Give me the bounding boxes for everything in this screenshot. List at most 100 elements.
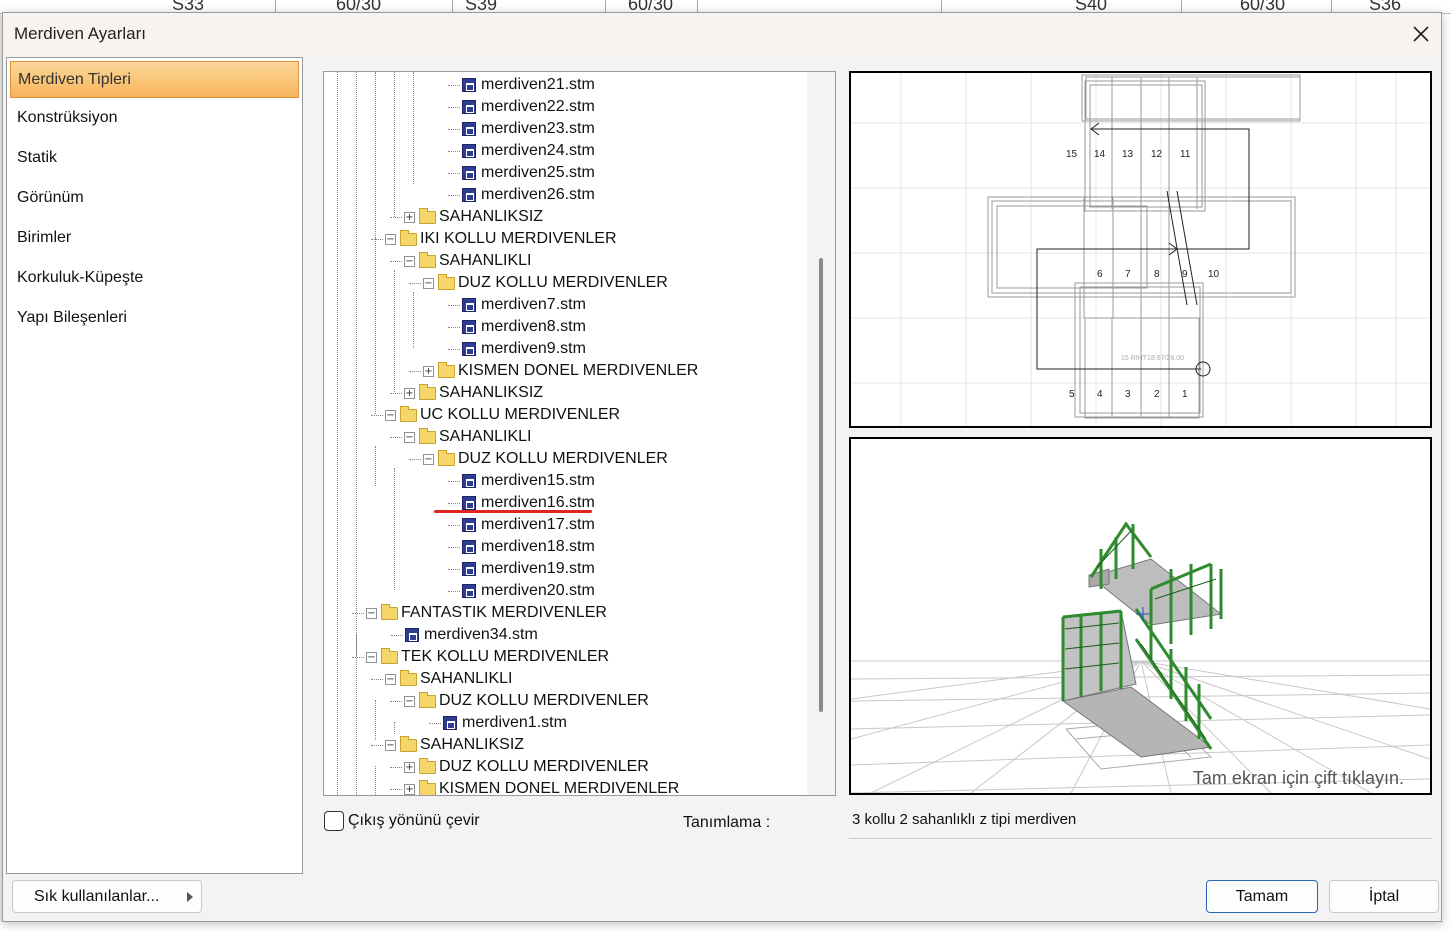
tree-folder-item[interactable]: − UC KOLLU MERDIVENLER [385,404,620,426]
collapse-toggle-icon[interactable]: − [423,453,434,465]
folder-icon [400,405,417,422]
stair-file-icon [462,298,476,312]
close-icon [1413,26,1429,42]
stair-file-icon [462,540,476,554]
sidebar-item-static[interactable]: Statik [7,138,302,178]
sidebar-item-railing[interactable]: Korkuluk-Küpeşte [7,258,302,298]
tree-scrollbar[interactable] [807,72,835,795]
tree-file-item[interactable]: merdiven23.stm [462,118,595,140]
tree-folder-item[interactable]: − SAHANLIKLI [404,250,531,272]
tree-file-item[interactable]: merdiven34.stm [405,624,538,646]
tree-folder-item[interactable]: + DUZ KOLLU MERDIVENLER [404,756,649,778]
collapse-toggle-icon[interactable]: − [385,739,396,751]
tree-folder-item[interactable]: + SAHANLIKSIZ [404,382,543,404]
cancel-button[interactable]: İptal [1329,880,1439,913]
stair-file-icon [462,474,476,488]
sidebar-item-view[interactable]: Görünüm [7,178,302,218]
tree-folder-item[interactable]: − SAHANLIKLI [385,668,512,690]
3d-preview[interactable]: Tam ekran için çift tıklayın. [849,437,1432,795]
sidebar-item-building-components[interactable]: Yapı Bileşenleri [7,298,302,338]
tree-file-item[interactable]: merdiven7.stm [462,294,586,316]
step-number: 1 [1182,389,1188,400]
tree-folder-item[interactable]: + KISMEN DONEL MERDIVENLER [404,778,679,795]
tree-folder-item[interactable]: + SAHANLIKSIZ [404,206,543,228]
tree-folder-item[interactable]: − TEK KOLLU MERDIVENLER [366,646,609,668]
collapse-toggle-icon[interactable]: − [366,607,377,619]
tree-folder-item[interactable]: − DUZ KOLLU MERDIVENLER [404,690,649,712]
collapse-toggle-icon[interactable]: − [423,277,434,289]
tree-folder-item[interactable]: − FANTASTIK MERDIVENLER [366,602,607,624]
sidebar-item-construction[interactable]: Konstrüksiyon [7,98,302,138]
tree-file-item[interactable]: merdiven24.stm [462,140,595,162]
expand-toggle-icon[interactable]: + [404,387,415,399]
ok-button[interactable]: Tamam [1206,880,1318,913]
tree-item-label: DUZ KOLLU MERDIVENLER [439,692,649,709]
stair-file-icon [462,562,476,576]
chevron-right-icon [187,892,193,902]
cancel-label: İptal [1368,887,1400,905]
tree-folder-item[interactable]: − IKI KOLLU MERDIVENLER [385,228,617,250]
collapse-toggle-icon[interactable]: − [404,431,415,443]
tree-item-label: SAHANLIKSIZ [439,208,544,225]
collapse-toggle-icon[interactable]: − [404,255,415,267]
background-canvas [0,921,1451,931]
tree-item-label: KISMEN DONEL MERDIVENLER [439,780,680,795]
stair-type-tree[interactable]: merdiven21.stm merdiven22.stm merdiven23.s… [323,71,836,796]
plan-preview[interactable]: 15 14 13 12 11 6 7 8 9 10 5 4 3 2 1 15 R… [849,71,1432,428]
collapse-toggle-icon[interactable]: − [404,695,415,707]
tree-item-label: IKI KOLLU MERDIVENLER [420,230,617,247]
collapse-toggle-icon[interactable]: − [366,651,377,663]
reverse-exit-checkbox[interactable]: Çıkış yönünü çevir [324,811,480,831]
tree-file-item[interactable]: merdiven22.stm [462,96,595,118]
tree-item-label: merdiven34.stm [424,626,538,643]
tree-folder-item[interactable]: − SAHANLIKSIZ [385,734,524,756]
description-field[interactable]: 3 kollu 2 sahanlıklı z tipi merdiven [849,805,1432,839]
stair-file-icon [462,496,476,510]
tree-file-item[interactable]: merdiven25.stm [462,162,595,184]
tree-item-label: merdiven7.stm [481,296,586,313]
tree-item-label: FANTASTIK MERDIVENLER [401,604,607,621]
tree-file-item[interactable]: merdiven20.stm [462,580,595,602]
step-number: 2 [1154,389,1160,400]
close-button[interactable] [1401,13,1441,55]
expand-toggle-icon[interactable]: + [404,761,415,773]
sidebar-item-label: Yapı Bileşenleri [17,309,127,326]
collapse-toggle-icon[interactable]: − [385,233,396,245]
expand-toggle-icon[interactable]: + [404,783,415,795]
collapse-toggle-icon[interactable]: − [385,673,396,685]
dialog-title: Merdiven Ayarları [14,24,146,43]
tree-item-label: SAHANLIKLI [439,428,532,445]
favorites-label: Sık kullanılanlar... [34,887,160,905]
tree-file-item[interactable]: merdiven9.stm [462,338,586,360]
step-number: 9 [1182,269,1188,280]
sidebar-item-label: Birimler [17,229,72,246]
stair-settings-dialog: Merdiven Ayarları Merdiven Tipleri Konst… [2,12,1442,922]
checkbox-box[interactable] [324,811,344,831]
tree-file-item[interactable]: merdiven1.stm [443,712,567,734]
tree-file-item[interactable]: merdiven16.stm [462,492,595,514]
tree-file-item[interactable]: merdiven18.stm [462,536,595,558]
tree-folder-item[interactable]: − DUZ KOLLU MERDIVENLER [423,448,668,470]
expand-toggle-icon[interactable]: + [404,211,415,223]
tree-file-item[interactable]: merdiven26.stm [462,184,595,206]
favorites-button[interactable]: Sık kullanılanlar... [12,880,202,913]
tree-file-item[interactable]: merdiven21.stm [462,74,595,96]
tree-file-item[interactable]: merdiven8.stm [462,316,586,338]
stair-file-icon [462,320,476,334]
tree-folder-item[interactable]: + KISMEN DONEL MERDIVENLER [423,360,698,382]
folder-icon [419,757,436,774]
expand-toggle-icon[interactable]: + [423,365,434,377]
tree-file-item[interactable]: merdiven17.stm [462,514,595,536]
tree-folder-item[interactable]: − DUZ KOLLU MERDIVENLER [423,272,668,294]
sidebar-item-stair-types[interactable]: Merdiven Tipleri [10,61,299,98]
tree-item-label: SAHANLIKLI [420,670,513,687]
tree-item-label: merdiven25.stm [481,164,595,181]
sidebar-item-units[interactable]: Birimler [7,218,302,258]
tree-file-item[interactable]: merdiven15.stm [462,470,595,492]
tree-folder-item[interactable]: − SAHANLIKLI [404,426,531,448]
tree-item-label: SAHANLIKSIZ [420,736,525,753]
scrollbar-thumb[interactable] [819,258,823,712]
tree-file-item[interactable]: merdiven19.stm [462,558,595,580]
collapse-toggle-icon[interactable]: − [385,409,396,421]
title-bar: Merdiven Ayarları [3,13,1441,55]
